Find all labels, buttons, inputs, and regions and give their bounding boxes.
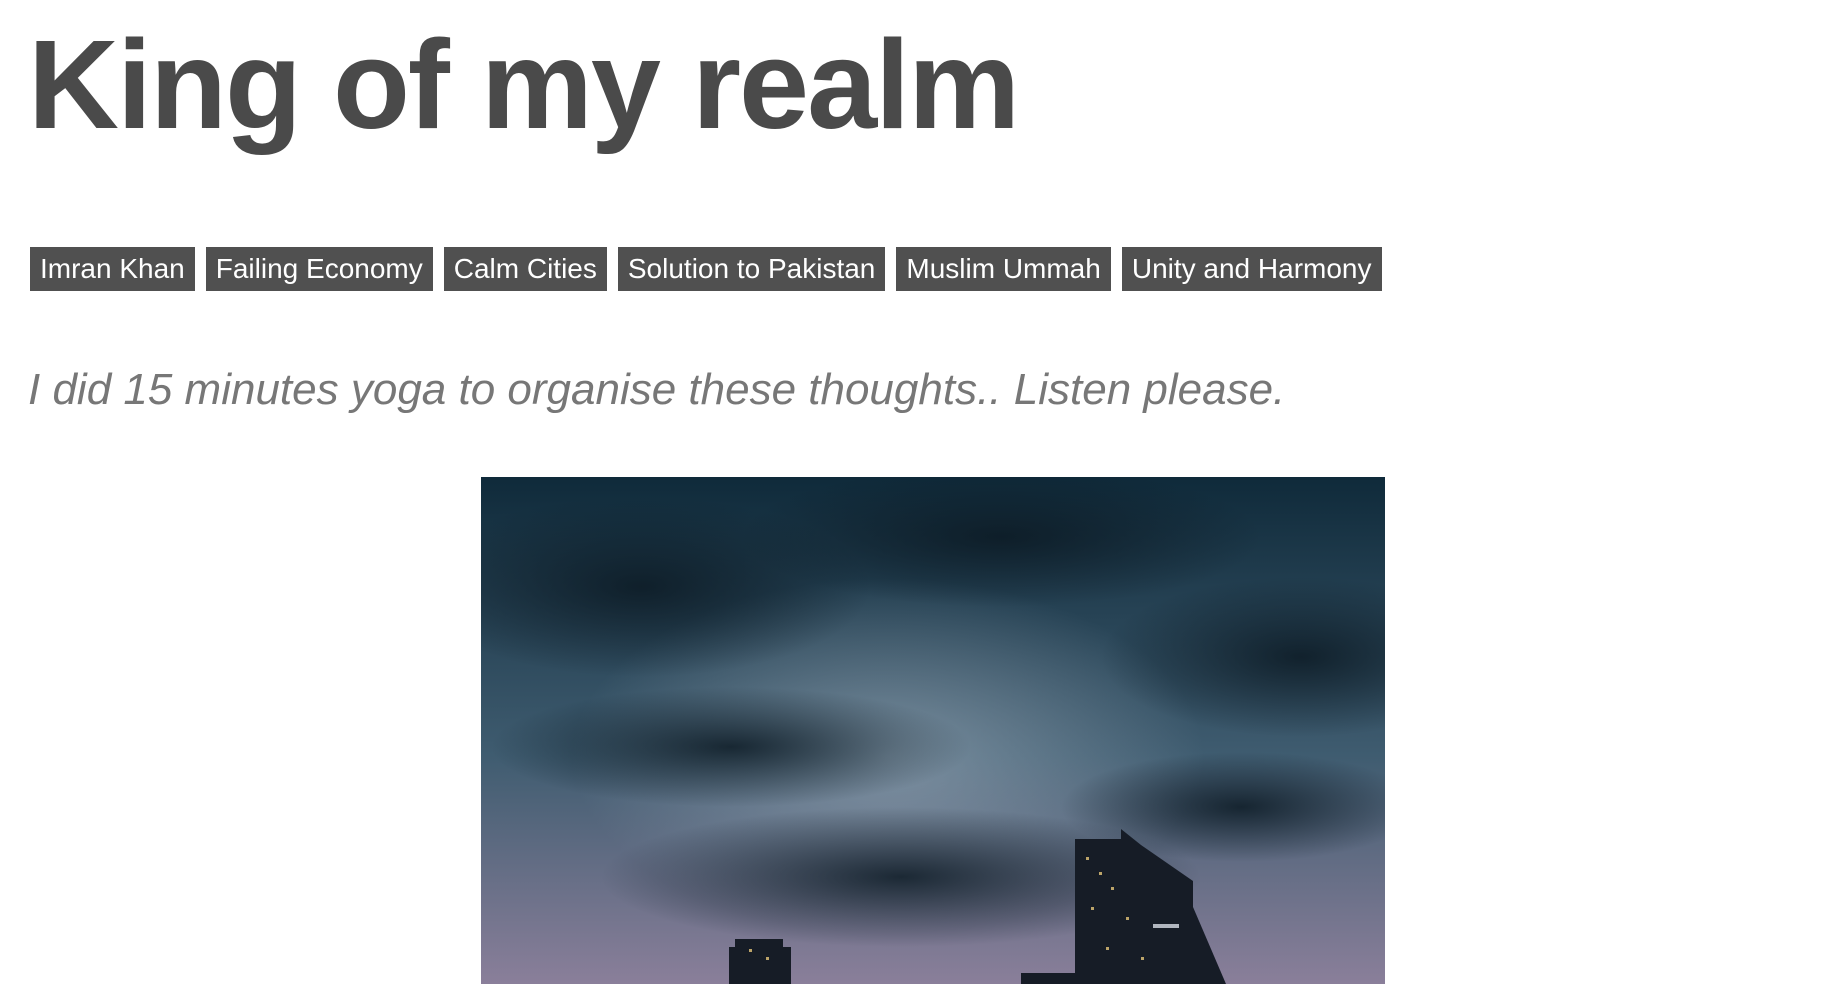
city-skyline-photo-icon [481,477,1385,984]
blog-post-page: King of my realm Imran Khan Failing Econ… [0,0,1826,984]
hero-image [481,477,1385,984]
tag-solution-to-pakistan[interactable]: Solution to Pakistan [617,247,886,291]
tag-list: Imran Khan Failing Economy Calm Cities S… [30,247,1382,291]
tag-failing-economy[interactable]: Failing Economy [205,247,433,291]
tag-muslim-ummah[interactable]: Muslim Ummah [896,247,1111,291]
tag-calm-cities[interactable]: Calm Cities [443,247,607,291]
tag-unity-and-harmony[interactable]: Unity and Harmony [1121,247,1382,291]
post-subtitle: I did 15 minutes yoga to organise these … [28,365,1286,414]
tag-imran-khan[interactable]: Imran Khan [30,247,195,291]
post-title: King of my realm [28,14,1020,155]
